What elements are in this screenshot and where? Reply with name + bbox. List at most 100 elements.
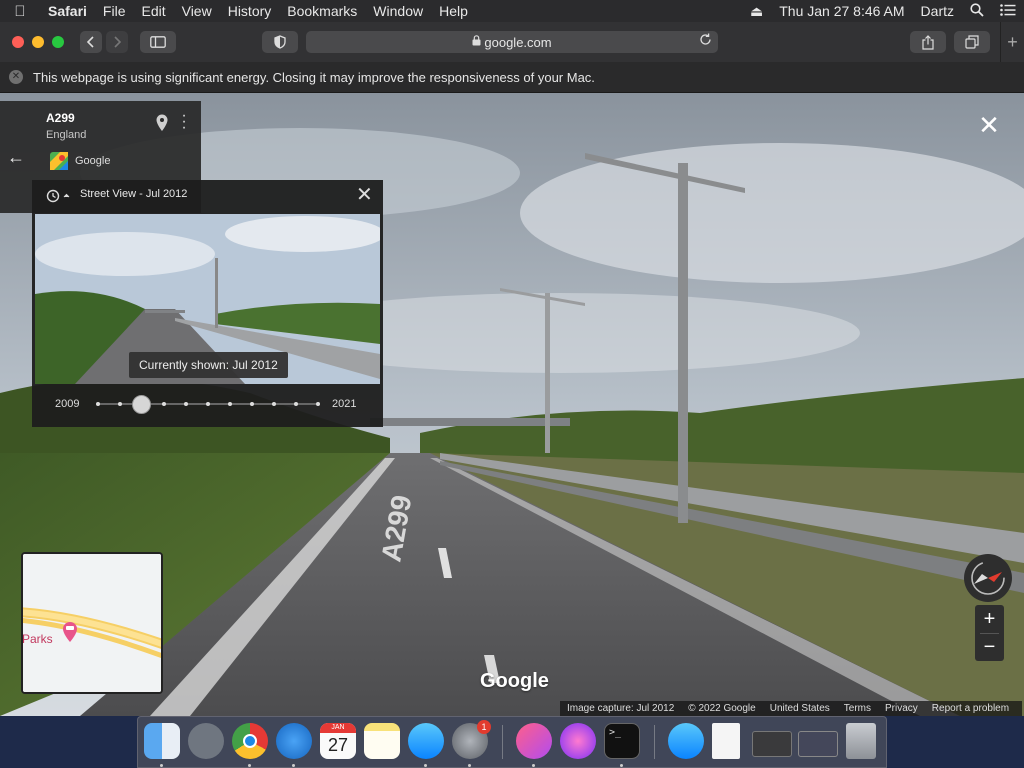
tabs-icon bbox=[965, 35, 979, 49]
installer-icon[interactable] bbox=[560, 723, 596, 759]
banner-message: This webpage is using significant energy… bbox=[33, 69, 595, 85]
history-clock-icon[interactable] bbox=[46, 189, 70, 208]
timeline-tick[interactable] bbox=[96, 402, 100, 406]
share-button[interactable] bbox=[910, 31, 946, 53]
menu-bookmarks[interactable]: Bookmarks bbox=[279, 3, 365, 19]
banner-close-icon[interactable]: ✕ bbox=[9, 70, 23, 84]
privacy-report-button[interactable] bbox=[262, 31, 298, 53]
timeline-tick[interactable] bbox=[228, 402, 232, 406]
menu-app-safari[interactable]: Safari bbox=[40, 3, 95, 19]
terms-link[interactable]: Terms bbox=[837, 703, 878, 714]
dock: JAN 27 1 >_ bbox=[137, 716, 887, 768]
window-controls bbox=[12, 36, 64, 48]
terminal-icon[interactable]: >_ bbox=[604, 723, 640, 759]
lock-icon bbox=[472, 35, 481, 49]
document-icon[interactable] bbox=[712, 723, 740, 759]
tab-overview-button[interactable] bbox=[954, 31, 990, 53]
notification-badge: 1 bbox=[477, 720, 491, 734]
applications-folder-icon[interactable] bbox=[668, 723, 704, 759]
currently-shown-tooltip: Currently shown: Jul 2012 bbox=[129, 352, 288, 378]
timeline-tick[interactable] bbox=[118, 402, 122, 406]
chrome-icon[interactable] bbox=[232, 723, 268, 759]
copyright-text: © 2022 Google bbox=[688, 703, 756, 714]
spotlight-search-icon[interactable] bbox=[962, 2, 992, 20]
time-machine-header: Street View - Jul 2012 ✕ bbox=[32, 180, 383, 212]
apple-menu-icon[interactable]:  bbox=[0, 3, 40, 20]
menu-edit[interactable]: Edit bbox=[133, 3, 173, 19]
sidebar-icon bbox=[150, 36, 166, 48]
timeline-tick[interactable] bbox=[184, 402, 188, 406]
url-text: google.com bbox=[484, 34, 552, 50]
launchpad-icon[interactable] bbox=[188, 723, 224, 759]
zoom-out-button[interactable]: − bbox=[975, 633, 1004, 661]
calendar-day: 27 bbox=[327, 735, 349, 755]
street-view-time-machine: Street View - Jul 2012 ✕ Currently shown… bbox=[32, 180, 383, 427]
start-year-label: 2009 bbox=[55, 398, 80, 410]
menu-window[interactable]: Window bbox=[365, 3, 431, 19]
new-tab-button[interactable]: + bbox=[1000, 22, 1024, 62]
shield-icon bbox=[274, 35, 286, 49]
compass-icon bbox=[971, 561, 1005, 595]
zoom-in-button[interactable]: + bbox=[975, 605, 1004, 633]
running-indicator bbox=[532, 764, 535, 767]
menu-file[interactable]: File bbox=[95, 3, 134, 19]
trash-icon[interactable] bbox=[846, 723, 876, 759]
chevron-left-icon bbox=[86, 36, 94, 48]
forward-button[interactable] bbox=[106, 31, 128, 53]
time-machine-title: Street View - Jul 2012 bbox=[80, 188, 188, 200]
timeline-tick[interactable] bbox=[250, 402, 254, 406]
address-bar[interactable]: google.com bbox=[306, 31, 718, 53]
running-indicator bbox=[292, 764, 295, 767]
region-link[interactable]: United States bbox=[763, 703, 837, 714]
image-capture-date: Image capture: Jul 2012 bbox=[567, 703, 675, 714]
timeline-slider-handle[interactable] bbox=[132, 395, 151, 414]
plus-icon: + bbox=[1007, 31, 1018, 52]
menu-view[interactable]: View bbox=[174, 3, 220, 19]
screenshots-stack-icon[interactable] bbox=[798, 731, 838, 757]
control-center-icon[interactable] bbox=[992, 3, 1024, 19]
close-icon[interactable]: ✕ bbox=[356, 185, 373, 205]
timeline-tick[interactable] bbox=[162, 402, 166, 406]
privacy-link[interactable]: Privacy bbox=[878, 703, 925, 714]
provider-label: Google bbox=[75, 155, 111, 167]
finder-icon[interactable] bbox=[144, 723, 180, 759]
attribution-bar: Image capture: Jul 2012 © 2022 Google Un… bbox=[560, 701, 1023, 716]
menu-help[interactable]: Help bbox=[431, 3, 476, 19]
map-pin-icon[interactable] bbox=[156, 114, 168, 137]
mini-map-image bbox=[23, 554, 161, 692]
location-subtitle: England bbox=[46, 129, 87, 141]
eject-icon[interactable]: ⏏ bbox=[742, 3, 771, 20]
mini-map[interactable]: Parks bbox=[21, 552, 163, 694]
zoom-window-button[interactable] bbox=[52, 36, 64, 48]
running-indicator bbox=[620, 764, 623, 767]
end-year-label: 2021 bbox=[332, 398, 357, 410]
menu-history[interactable]: History bbox=[220, 3, 280, 19]
timeline-tick[interactable] bbox=[294, 402, 298, 406]
timeline-tick[interactable] bbox=[316, 402, 320, 406]
zoom-controls: + − bbox=[975, 605, 1004, 661]
running-indicator bbox=[248, 764, 251, 767]
back-arrow-button[interactable]: ← bbox=[0, 101, 32, 213]
back-button[interactable] bbox=[80, 31, 102, 53]
chevron-right-icon bbox=[114, 36, 122, 48]
close-street-view-button[interactable]: ✕ bbox=[978, 112, 1000, 138]
running-indicator bbox=[468, 764, 471, 767]
running-indicator bbox=[424, 764, 427, 767]
menu-clock[interactable]: Thu Jan 27 8:46 AM bbox=[771, 3, 912, 19]
notes-icon[interactable] bbox=[364, 723, 400, 759]
reload-icon[interactable] bbox=[699, 33, 712, 49]
more-options-icon[interactable]: · · · bbox=[178, 108, 190, 136]
compass-button[interactable] bbox=[964, 554, 1012, 602]
safari-icon[interactable] bbox=[276, 723, 312, 759]
report-problem-link[interactable]: Report a problem bbox=[925, 703, 1016, 714]
timeline-tick[interactable] bbox=[272, 402, 276, 406]
sidebar-toggle-button[interactable] bbox=[140, 31, 176, 53]
downloads-stack-icon[interactable] bbox=[752, 731, 792, 757]
music-icon[interactable] bbox=[516, 723, 552, 759]
app-store-icon[interactable] bbox=[408, 723, 444, 759]
timeline-tick[interactable] bbox=[206, 402, 210, 406]
menu-user[interactable]: Dartz bbox=[913, 3, 962, 19]
calendar-icon[interactable]: JAN 27 bbox=[320, 723, 356, 759]
close-window-button[interactable] bbox=[12, 36, 24, 48]
minimize-window-button[interactable] bbox=[32, 36, 44, 48]
